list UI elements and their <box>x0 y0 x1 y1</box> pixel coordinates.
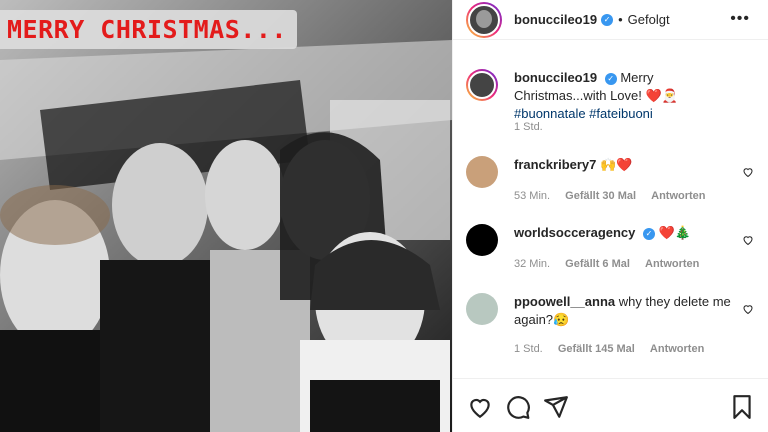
caption-emojis: ❤️🎅 <box>645 88 678 103</box>
caption-hashtags[interactable]: #buonnatale #fateibuoni <box>514 106 653 121</box>
more-icon[interactable]: ••• <box>730 10 750 28</box>
comment-text: ppoowell__anna why they delete me again?… <box>514 293 744 329</box>
separator-dot: • <box>618 12 623 27</box>
comment-time: 32 Min. <box>514 258 551 270</box>
follow-status-button[interactable]: Gefolgt <box>628 12 670 27</box>
send-icon[interactable] <box>543 394 569 420</box>
comment-likes[interactable]: Gefällt 145 Mal <box>558 343 635 355</box>
comment-meta: 32 Min. Gefällt 6 Mal Antworten <box>514 258 711 270</box>
comments-list[interactable]: bonuccileo19 ✓ Merry Christmas...with Lo… <box>453 41 768 377</box>
verified-badge-icon: ✓ <box>643 227 656 240</box>
author-username[interactable]: bonuccileo19 <box>514 12 597 27</box>
post-header: bonuccileo19 ✓ • Gefolgt ••• <box>453 0 768 40</box>
merry-christmas-overlay: MERRY CHRISTMAS... <box>0 10 297 49</box>
reply-button[interactable]: Antworten <box>650 343 704 355</box>
comment-avatar[interactable] <box>466 224 498 256</box>
comment-meta: 53 Min. Gefällt 30 Mal Antworten <box>514 190 718 202</box>
caption-meta: 1 Std. <box>514 121 555 133</box>
verified-badge-icon: ✓ <box>604 72 617 85</box>
heart-icon[interactable] <box>742 166 754 178</box>
comment-meta: 1 Std. Gefällt 145 Mal Antworten <box>514 343 716 355</box>
comment-username[interactable]: ppoowell__anna <box>514 294 615 309</box>
action-bar <box>453 378 768 432</box>
caption-text: bonuccileo19 ✓ Merry Christmas...with Lo… <box>514 69 744 123</box>
comment-text: worldsocceragency ✓ ❤️🎄 <box>514 224 744 242</box>
instagram-post: MERRY CHRISTMAS... bonuccileo19 ✓ • Gefo… <box>0 0 768 432</box>
comment-row: franckribery7 🙌❤️ 53 Min. Gefällt 30 Mal… <box>466 156 762 216</box>
post-sidebar: bonuccileo19 ✓ • Gefolgt ••• bonuccileo1… <box>452 0 768 432</box>
comment-text: franckribery7 🙌❤️ <box>514 156 744 174</box>
comment-likes[interactable]: Gefällt 6 Mal <box>565 258 630 270</box>
caption-username[interactable]: bonuccileo19 <box>514 70 597 85</box>
comment-body: 🙌❤️ <box>600 157 633 172</box>
comment-icon[interactable] <box>505 394 531 420</box>
overlay-text: MERRY CHRISTMAS... <box>7 15 287 44</box>
comment-time: 53 Min. <box>514 190 551 202</box>
reply-button[interactable]: Antworten <box>651 190 705 202</box>
comment-username[interactable]: franckribery7 <box>514 157 596 172</box>
reply-button[interactable]: Antworten <box>645 258 699 270</box>
caption-row: bonuccileo19 ✓ Merry Christmas...with Lo… <box>466 69 762 159</box>
comment-likes[interactable]: Gefällt 30 Mal <box>565 190 636 202</box>
comment-row: worldsocceragency ✓ ❤️🎄 32 Min. Gefällt … <box>466 224 762 284</box>
heart-icon[interactable] <box>742 303 754 315</box>
bookmark-icon[interactable] <box>729 394 755 420</box>
comment-row: ppoowell__anna why they delete me again?… <box>466 293 762 373</box>
comment-username[interactable]: worldsocceragency <box>514 225 635 240</box>
heart-icon[interactable] <box>742 234 754 246</box>
verified-badge-icon: ✓ <box>601 13 614 26</box>
author-avatar[interactable] <box>466 1 502 38</box>
comment-time: 1 Std. <box>514 343 543 355</box>
caption-time: 1 Std. <box>514 121 543 133</box>
family-photo <box>0 0 452 432</box>
comment-avatar[interactable] <box>466 156 498 188</box>
heart-icon[interactable] <box>467 394 493 420</box>
comment-body: ❤️🎄 <box>658 225 692 240</box>
comment-avatar[interactable] <box>466 293 498 325</box>
post-photo[interactable]: MERRY CHRISTMAS... <box>0 0 452 432</box>
caption-avatar[interactable] <box>466 69 498 101</box>
